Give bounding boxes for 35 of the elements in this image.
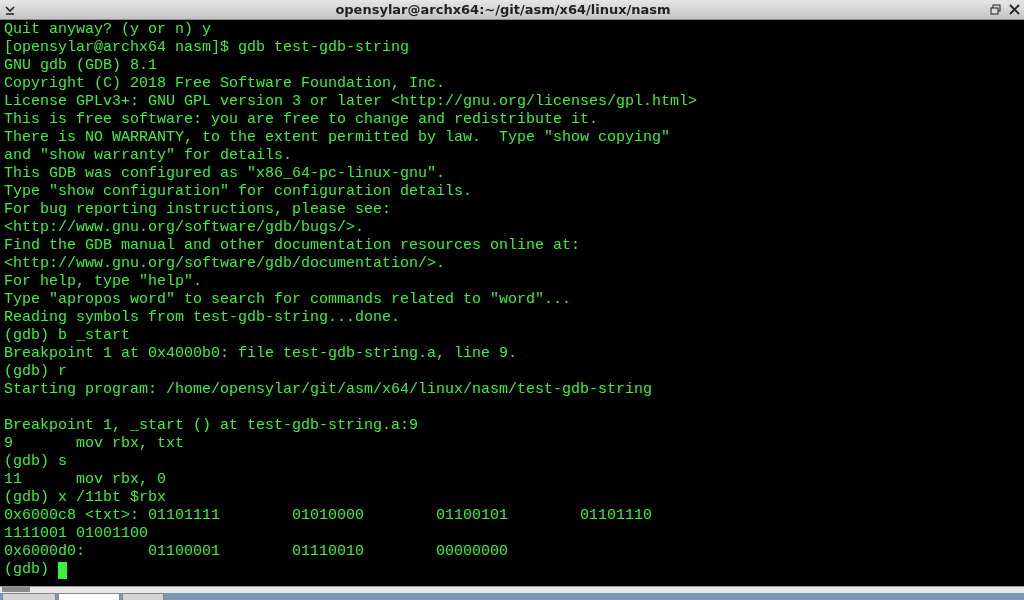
terminal-line: Starting program: /home/opensylar/git/asm/x64/linux/nasm/test-gdb-string [4,381,653,399]
terminal-line: 11 mov rbx, 0 [4,471,167,489]
terminal-line: GNU gdb (GDB) 8.1 [4,57,158,75]
terminal-line: 9 mov rbx, txt [4,435,185,453]
terminal-line: and "show warranty" for details. [4,147,293,165]
terminal-line: 1111001 01001100 [4,525,149,543]
terminal-line: Copyright (C) 2018 Free Software Foundation, Inc. [4,75,446,93]
terminal-line: <http://www.gnu.org/software/gdb/bugs/>. [4,219,365,237]
terminal-line: Find the GDB manual and other documentation resources online at: [4,237,581,255]
terminal-line: For bug reporting instructions, please see: [4,201,392,219]
terminal-line: Quit anyway? (y or n) y [4,21,212,39]
restore-icon[interactable] [990,4,1001,15]
terminal-line: Breakpoint 1, _start () at test-gdb-string.a:9 [4,417,419,435]
terminal-line: (gdb) x /11bt $rbx [4,489,167,507]
terminal-line: 0x6000c8 <txt>: 01101111 01010000 01100101 01101110 [4,507,653,525]
terminal-line: License GPLv3+: GNU GPL version 3 or later <http://gnu.org/licenses/gpl.html> [4,93,698,111]
terminal-line: (gdb) r [4,363,67,381]
terminal-line: (gdb) s [4,453,67,471]
terminal-line: Breakpoint 1 at 0x4000b0: file test-gdb-string.a, line 9. [4,345,518,363]
terminal-line: Type "show configuration" for configuration details. [4,183,473,201]
terminal-line: This GDB was configured as "x86_64-pc-linux-gnu". [4,165,446,183]
close-icon[interactable] [1009,4,1020,15]
terminal-line: (gdb) b _start [4,327,131,345]
window-title: opensylar@archx64:~/git/asm/x64/linux/nasm [334,2,672,17]
terminal-line: 0x6000d0: 01100001 01110010 00000000 [4,543,509,561]
terminal-line: [opensylar@archx64 nasm]$ gdb test-gdb-string [4,39,410,57]
terminal-line: For help, type "help". [4,273,203,291]
terminal-line: There is NO WARRANTY, to the extent permitted by law. Type "show copying" [4,129,671,147]
scrollbar[interactable] [0,586,1024,593]
terminal-line: <http://www.gnu.org/software/gdb/documentation/>. [4,255,446,273]
terminal-line: (gdb) [4,561,50,579]
terminal-line: This is free software: you are free to change and redistribute it. [4,111,599,129]
terminal-line: Type "apropos word" to search for commands related to "word"... [4,291,572,309]
terminal-line: Reading symbols from test-gdb-string...done. [4,309,401,327]
window-menu-icon[interactable] [4,3,16,16]
